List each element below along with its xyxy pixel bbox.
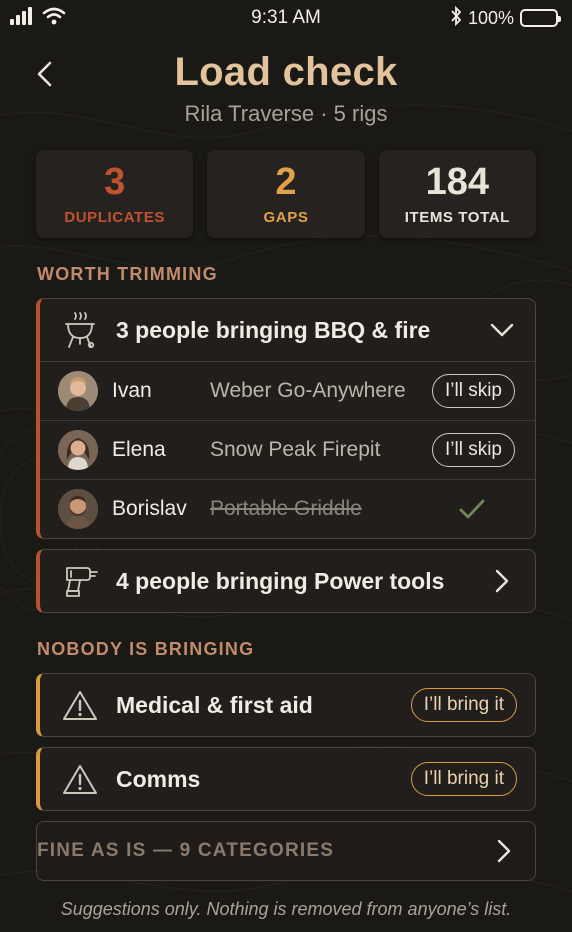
screen: 9:31 AM 100% Load check Rila Traverse · … (0, 0, 572, 932)
page-title: Load check (174, 50, 398, 94)
status-bar: 9:31 AM 100% (0, 0, 572, 36)
footnote: Suggestions only. Nothing is removed fro… (60, 899, 512, 919)
stat-duplicates-value: 3 (104, 160, 126, 203)
duplicate-card-bbq-header[interactable]: 3 people bringing BBQ & fire (40, 299, 535, 361)
warning-icon (60, 759, 100, 799)
duplicate-card-bbq-title: 3 people bringing BBQ & fire (116, 316, 431, 343)
stat-gaps[interactable]: 2 GAPS (207, 150, 365, 238)
stat-duplicates-label: DUPLICATES (64, 208, 166, 226)
fine-as-is-label: FINE AS IS — 9 CATEGORIES (37, 840, 335, 861)
duplicate-card-power-tools-header[interactable]: 4 people bringing Power tools (40, 550, 535, 612)
stat-gaps-label: GAPS (263, 208, 309, 226)
person-row-ivan: Ivan Weber Go-Anywhere I’ll skip (40, 361, 535, 420)
chevron-down-icon[interactable] (487, 315, 517, 345)
person-row-elena: Elena Snow Peak Firepit I’ll skip (40, 420, 535, 479)
section-nobody-bringing: NOBODY IS BRINGING (37, 639, 255, 659)
battery-icon (520, 9, 561, 27)
stats-row: 3 DUPLICATES 2 GAPS 184 ITEMS TOTAL (0, 150, 572, 238)
bring-button-medical[interactable]: I’ll bring it (410, 688, 517, 722)
person-item: Snow Peak Firepit (210, 438, 381, 461)
person-row-borislav: Borislav Portable Griddle (40, 479, 535, 538)
grill-icon (60, 310, 100, 350)
warning-icon (60, 685, 100, 725)
person-name: Elena (112, 438, 166, 461)
bluetooth-icon (450, 5, 462, 31)
gap-card-medical-title: Medical & first aid (116, 691, 313, 718)
chevron-right-icon (489, 836, 519, 866)
battery-percent: 100% (467, 7, 514, 28)
duplicate-card-power-tools[interactable]: 4 people bringing Power tools (36, 549, 536, 613)
stat-gaps-value: 2 (275, 160, 297, 203)
skip-button-elena[interactable]: I’ll skip (431, 433, 515, 467)
drill-icon (60, 561, 100, 601)
chevron-right-icon (487, 566, 517, 596)
person-name: Borislav (112, 497, 187, 520)
duplicate-card-bbq: 3 people bringing BBQ & fire Ivan Weber … (36, 298, 536, 539)
check-icon (429, 498, 515, 520)
avatar-elena (58, 430, 98, 470)
gap-card-medical: Medical & first aid I’ll bring it (36, 673, 536, 737)
header: Load check Rila Traverse · 5 rigs (0, 36, 572, 132)
person-name: Ivan (112, 379, 152, 402)
avatar-borislav (58, 489, 98, 529)
page-subtitle: Rila Traverse · 5 rigs (184, 101, 388, 126)
skip-button-ivan[interactable]: I’ll skip (431, 374, 515, 408)
back-button[interactable] (26, 54, 62, 94)
stat-items-total[interactable]: 184 ITEMS TOTAL (378, 150, 536, 238)
gap-card-medical-header: Medical & first aid I’ll bring it (40, 674, 535, 736)
back-icon (37, 61, 52, 87)
gap-card-comms-title: Comms (116, 765, 201, 792)
fine-as-is-row[interactable]: FINE AS IS — 9 CATEGORIES (36, 821, 536, 881)
wifi-icon (42, 7, 66, 30)
bring-button-comms[interactable]: I’ll bring it (410, 762, 517, 796)
person-item-skipped: Portable Griddle (210, 497, 362, 520)
stat-duplicates[interactable]: 3 DUPLICATES (36, 150, 194, 238)
avatar-ivan (58, 371, 98, 411)
gap-card-comms-header: Comms I’ll bring it (40, 748, 535, 810)
section-worth-trimming: WORTH TRIMMING (37, 264, 218, 284)
stat-items-total-label: ITEMS TOTAL (404, 208, 510, 226)
stat-items-total-value: 184 (425, 160, 490, 203)
duplicate-card-power-tools-title: 4 people bringing Power tools (116, 567, 445, 594)
gap-card-comms: Comms I’ll bring it (36, 747, 536, 811)
signal-icon (10, 6, 36, 30)
person-item: Weber Go-Anywhere (210, 379, 406, 402)
